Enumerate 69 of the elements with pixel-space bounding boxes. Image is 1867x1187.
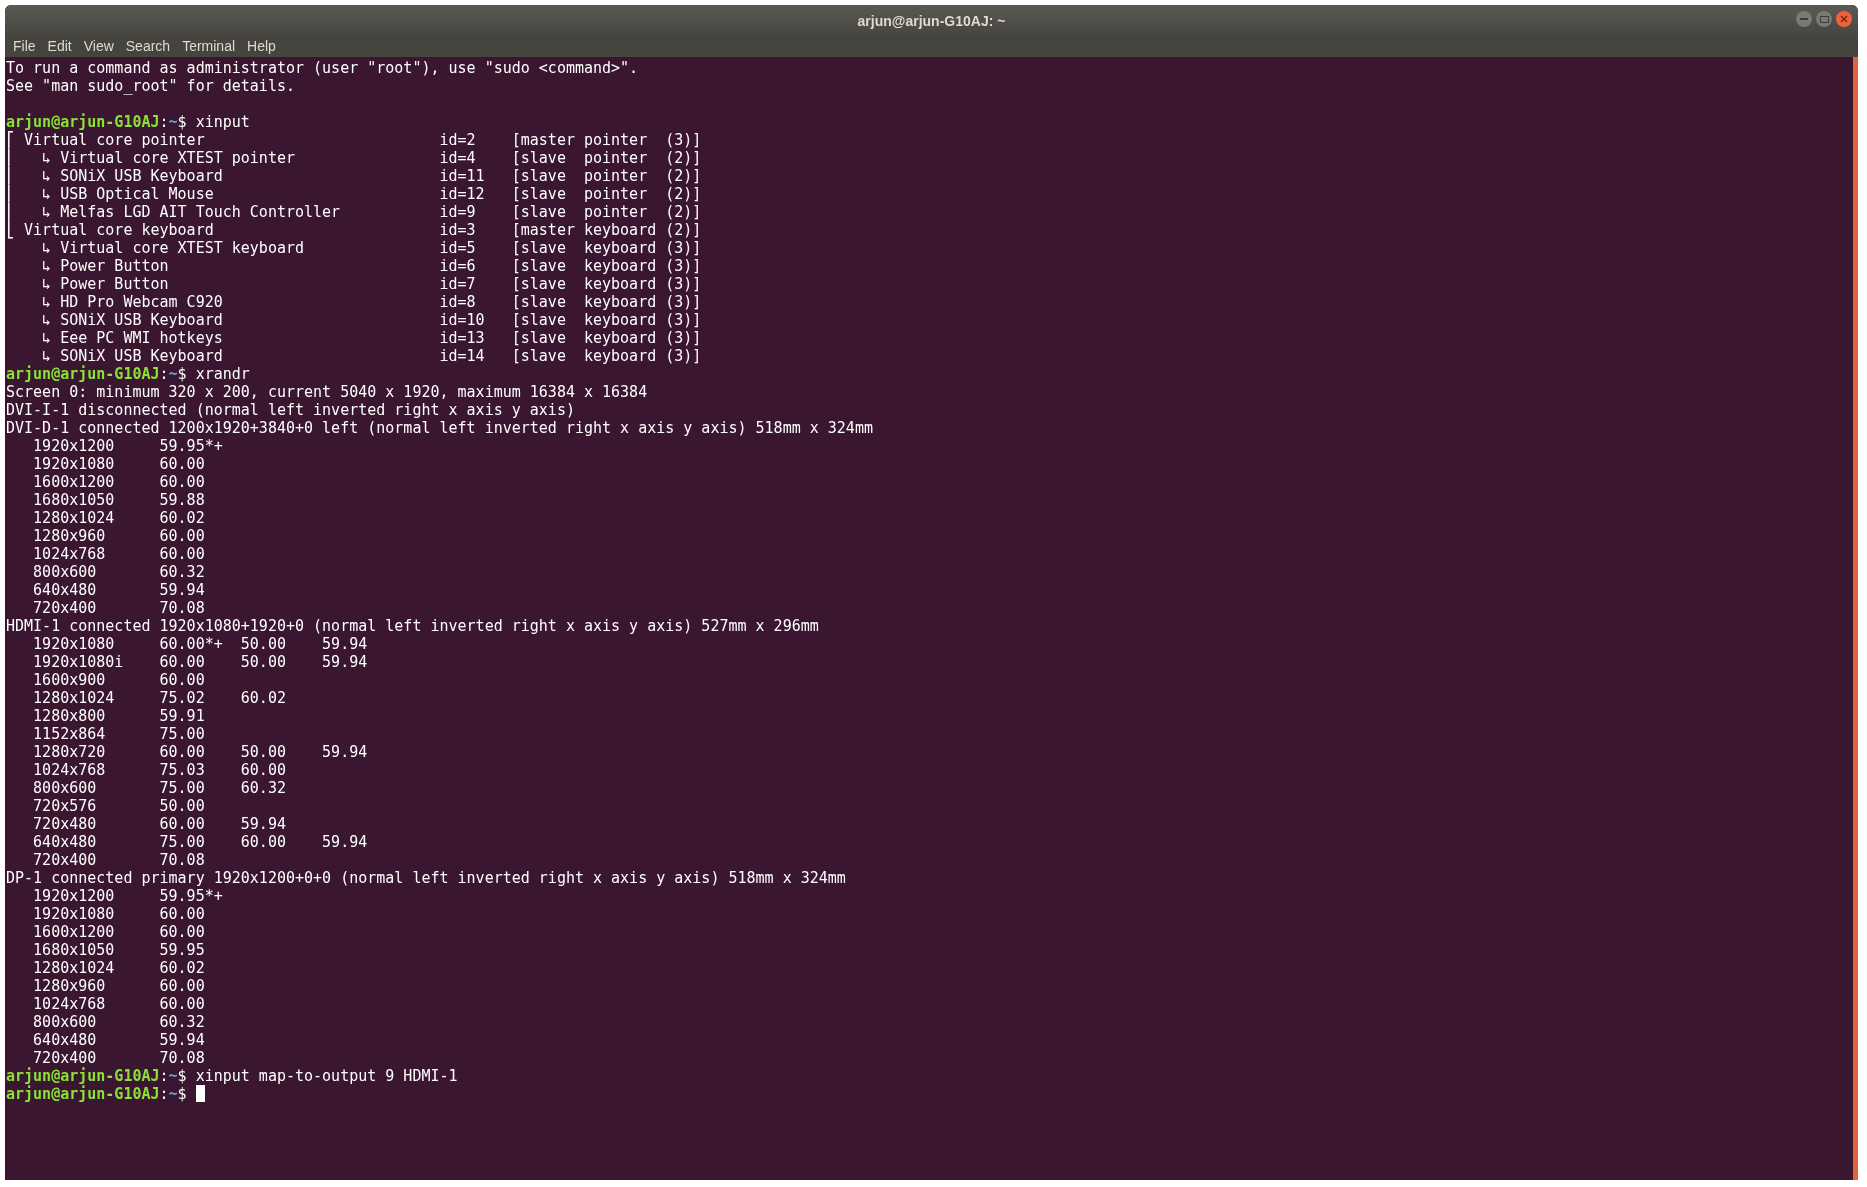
output-line: ↳ SONiX USB Keyboard id=14 [slave keyboard (3)] xyxy=(41,347,702,365)
output-line: ⎣ Virtual core keyboard id=3 [master keyboard (2)] xyxy=(6,221,702,239)
output-line: 640x480 59.94 xyxy=(32,581,205,599)
output-line: 1600x1200 60.00 xyxy=(32,473,205,491)
output-line: 1280x1024 75.02 60.02 xyxy=(32,689,286,707)
output-line: 1280x960 60.00 xyxy=(32,527,205,545)
output-line: 1920x1080i 60.00 50.00 59.94 xyxy=(32,653,368,671)
output-line: ↳ Virtual core XTEST keyboard id=5 [slave keyboard (3)] xyxy=(41,239,702,257)
output-line: ⎜ ↳ SONiX USB Keyboard id=11 [slave pointer (2)] xyxy=(6,167,702,185)
output-line: 1280x960 60.00 xyxy=(32,977,205,995)
output-line: 1920x1200 59.95*+ xyxy=(32,437,223,455)
output-line: Screen 0: minimum 320 x 200, current 5040 x 1920, maximum 16384 x 16384 xyxy=(6,383,648,401)
output-line: ⎡ Virtual core pointer id=2 [master pointer (3)] xyxy=(6,131,702,149)
output-line: 1280x800 59.91 xyxy=(32,707,205,725)
output-line: 1600x1200 60.00 xyxy=(32,923,205,941)
output-line: 640x480 59.94 xyxy=(32,1031,205,1049)
menu-item[interactable]: Terminal xyxy=(182,35,236,57)
output-line: 1024x768 75.03 60.00 xyxy=(32,761,286,779)
menu-item[interactable]: Search xyxy=(125,35,171,57)
prompt-line: arjun@arjun-G10AJ:~$ xrandr xyxy=(6,365,250,383)
menu-item[interactable]: File xyxy=(13,35,36,57)
output-line: 1280x1024 60.02 xyxy=(32,509,205,527)
output-line: ↳ Power Button id=7 [slave keyboard (3)] xyxy=(41,275,702,293)
output-line: 1024x768 60.00 xyxy=(32,995,205,1013)
output-line: 1920x1200 59.95*+ xyxy=(32,887,223,905)
output-line: 720x480 60.00 59.94 xyxy=(32,815,286,833)
output-line: 1680x1050 59.88 xyxy=(32,491,205,509)
output-line: DVI-I-1 disconnected (normal left inverted right x axis y axis) xyxy=(6,401,575,419)
output-line: 720x400 70.08 xyxy=(32,851,205,869)
output-line: 1280x1024 60.02 xyxy=(32,959,205,977)
output-line: HDMI-1 connected 1920x1080+1920+0 (normal left inverted right x axis y axis) 527mm x 296mm xyxy=(6,617,819,635)
output-line: ↳ SONiX USB Keyboard id=10 [slave keyboard (3)] xyxy=(41,311,702,329)
output-line: 1920x1080 60.00 xyxy=(32,905,205,923)
output-line: See "man sudo_root" for details. xyxy=(6,77,295,95)
minimize-button[interactable] xyxy=(1796,11,1812,27)
output-line: 800x600 60.32 xyxy=(32,1013,205,1031)
output-line: 720x400 70.08 xyxy=(32,599,205,617)
output-line: To run a command as administrator (user "root"), use "sudo <command>". xyxy=(6,59,639,77)
maximize-button[interactable] xyxy=(1816,11,1832,27)
close-button[interactable] xyxy=(1836,11,1852,27)
close-icon xyxy=(1840,15,1848,23)
output-line: ↳ HD Pro Webcam C920 id=8 [slave keyboard (3)] xyxy=(41,293,702,311)
output-line: 720x576 50.00 xyxy=(32,797,205,815)
output-line: 1280x720 60.00 50.00 59.94 xyxy=(32,743,368,761)
menu-item[interactable]: Edit xyxy=(47,35,72,57)
prompt-line: arjun@arjun-G10AJ:~$ xinput xyxy=(6,113,250,131)
menu-item[interactable]: View xyxy=(83,35,114,57)
output-line: 1920x1080 60.00*+ 50.00 59.94 xyxy=(32,635,368,653)
output-line: 640x480 75.00 60.00 59.94 xyxy=(32,833,368,851)
output-line: ↳ Eee PC WMI hotkeys id=13 [slave keyboard (3)] xyxy=(41,329,702,347)
prompt-line: arjun@arjun-G10AJ:~$ xyxy=(6,1085,205,1103)
output-line: 1600x900 60.00 xyxy=(32,671,205,689)
prompt-line: arjun@arjun-G10AJ:~$ xinput map-to-output 9 HDMI-1 xyxy=(6,1067,458,1085)
output-line: ↳ Power Button id=6 [slave keyboard (3)] xyxy=(41,257,702,275)
output-line: ⎜ ↳ Melfas LGD AIT Touch Controller id=9 [slave pointer (2)] xyxy=(6,203,702,221)
output-line: 1680x1050 59.95 xyxy=(32,941,205,959)
output-line: 800x600 60.32 xyxy=(32,563,205,581)
window-title: arjun@arjun-G10AJ: ~ xyxy=(857,11,1006,31)
output-line: ⎜ ↳ Virtual core XTEST pointer id=4 [slave pointer (2)] xyxy=(6,149,702,167)
output-line: ⎜ ↳ USB Optical Mouse id=12 [slave pointer (2)] xyxy=(6,185,702,203)
output-line: 720x400 70.08 xyxy=(32,1049,205,1067)
output-line: 1152x864 75.00 xyxy=(32,725,205,743)
scrollbar[interactable] xyxy=(1853,57,1858,1180)
output-line: DP-1 connected primary 1920x1200+0+0 (normal left inverted right x axis y axis) 518mm x 324mm xyxy=(6,869,846,887)
output-line: DVI-D-1 connected 1200x1920+3840+0 left (normal left inverted right x axis y axis) 518mm x 324mm xyxy=(6,419,873,437)
menu-item[interactable]: Help xyxy=(247,35,276,57)
output-line: 1024x768 60.00 xyxy=(32,545,205,563)
output-line: 800x600 75.00 60.32 xyxy=(32,779,286,797)
output-line: 1920x1080 60.00 xyxy=(32,455,205,473)
